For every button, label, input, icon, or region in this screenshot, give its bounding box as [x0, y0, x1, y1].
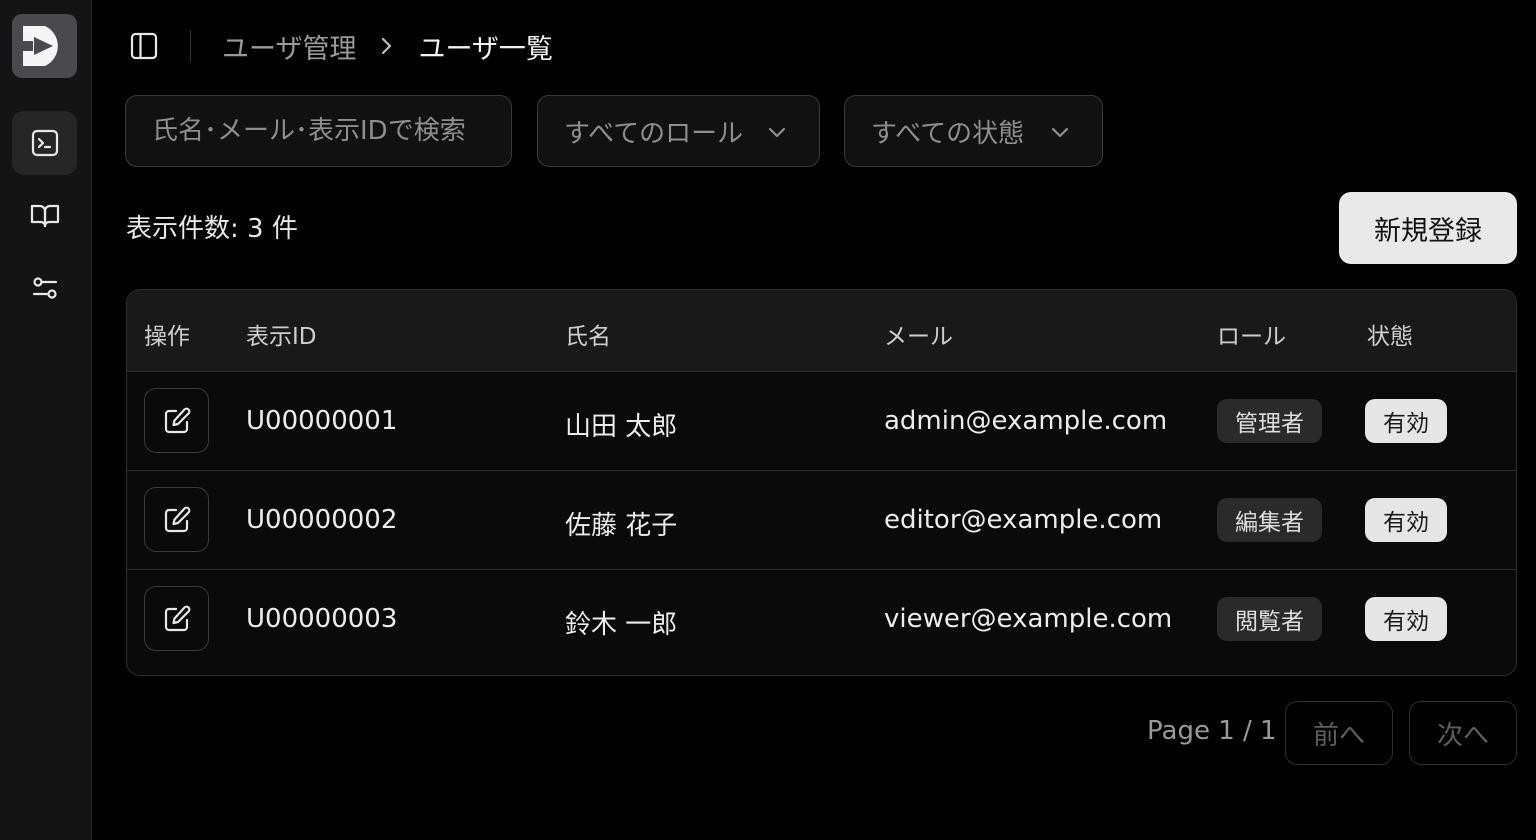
table-row: U00000001 山田 太郎 admin@example.com 管理者 有効 — [127, 372, 1516, 471]
next-page-button[interactable]: 次へ — [1409, 701, 1517, 765]
cell-name: 佐藤 花子 — [565, 511, 678, 541]
cell-name: 鈴木 一郎 — [565, 610, 678, 640]
column-header-actions: 操作 — [144, 324, 190, 350]
edit-pencil-icon — [164, 605, 190, 631]
column-header-role: ロール — [1217, 324, 1286, 350]
role-filter-select[interactable]: すべてのロール — [537, 95, 820, 167]
role-badge: 閲覧者 — [1217, 597, 1322, 641]
sidebar-toggle-icon — [130, 32, 158, 60]
table-row: U00000003 鈴木 一郎 viewer@example.com 閲覧者 有… — [127, 570, 1516, 669]
prev-page-button[interactable]: 前へ — [1285, 701, 1393, 765]
column-header-email: メール — [884, 324, 953, 350]
nav-item-settings[interactable] — [12, 256, 77, 320]
cell-email: viewer@example.com — [884, 604, 1173, 634]
chevron-down-icon — [768, 127, 786, 138]
book-open-icon — [30, 204, 59, 228]
table-row: U00000002 佐藤 花子 editor@example.com 編集者 有… — [127, 471, 1516, 570]
cell-display-id: U00000002 — [246, 505, 398, 535]
edit-button[interactable] — [144, 487, 209, 552]
status-filter-value: すべての状態 — [871, 118, 1025, 149]
result-count: 表示件数: 3 件 — [126, 214, 298, 244]
role-badge: 管理者 — [1217, 399, 1322, 443]
app: ユーザ管理 ユーザ一覧 すべてのロール すべての状態 表示件数: 3 件 新規登… — [0, 0, 1536, 840]
column-header-name: 氏名 — [565, 324, 611, 350]
column-header-display-id: 表示ID — [246, 324, 317, 350]
status-filter-select[interactable]: すべての状態 — [844, 95, 1103, 167]
breadcrumb-parent[interactable]: ユーザ管理 — [222, 27, 356, 66]
settings-sliders-icon — [32, 277, 57, 299]
edit-pencil-icon — [164, 506, 190, 532]
header: ユーザ管理 ユーザ一覧 — [92, 0, 1536, 92]
status-badge: 有効 — [1365, 399, 1447, 443]
sidebar-toggle-button[interactable] — [126, 28, 162, 64]
breadcrumb-current: ユーザ一覧 — [418, 33, 553, 65]
chevron-down-icon — [1051, 127, 1069, 138]
cell-display-id: U00000003 — [246, 604, 398, 634]
page-info: Page 1 / 1 — [1147, 716, 1277, 746]
cell-display-id: U00000001 — [246, 406, 398, 436]
chevron-right-icon — [380, 36, 394, 56]
cell-email: admin@example.com — [884, 406, 1168, 436]
status-badge: 有効 — [1365, 597, 1447, 641]
sidebar — [0, 0, 92, 840]
status-badge: 有効 — [1365, 498, 1447, 542]
role-filter-value: すべてのロール — [564, 118, 744, 149]
cell-email: editor@example.com — [884, 505, 1163, 535]
cell-name: 山田 太郎 — [565, 412, 678, 442]
table-header: 操作 表示ID 氏名 メール ロール 状態 — [127, 290, 1516, 372]
nav-item-docs[interactable] — [12, 183, 77, 247]
user-table: 操作 表示ID 氏名 メール ロール 状態 U00000001 山田 太郎 ad… — [126, 289, 1517, 676]
breadcrumb: ユーザ管理 ユーザ一覧 — [222, 27, 553, 65]
edit-pencil-icon — [164, 407, 190, 433]
header-divider — [190, 30, 191, 62]
search-field[interactable] — [125, 95, 512, 167]
new-user-button[interactable]: 新規登録 — [1339, 192, 1517, 264]
role-badge: 編集者 — [1217, 498, 1322, 542]
d-logo-icon[interactable] — [12, 14, 77, 78]
search-input[interactable] — [152, 116, 485, 146]
edit-button[interactable] — [144, 586, 209, 651]
edit-button[interactable] — [144, 388, 209, 453]
column-header-status: 状態 — [1367, 324, 1413, 350]
terminal-icon — [31, 129, 58, 157]
nav-item-console[interactable] — [12, 111, 77, 175]
